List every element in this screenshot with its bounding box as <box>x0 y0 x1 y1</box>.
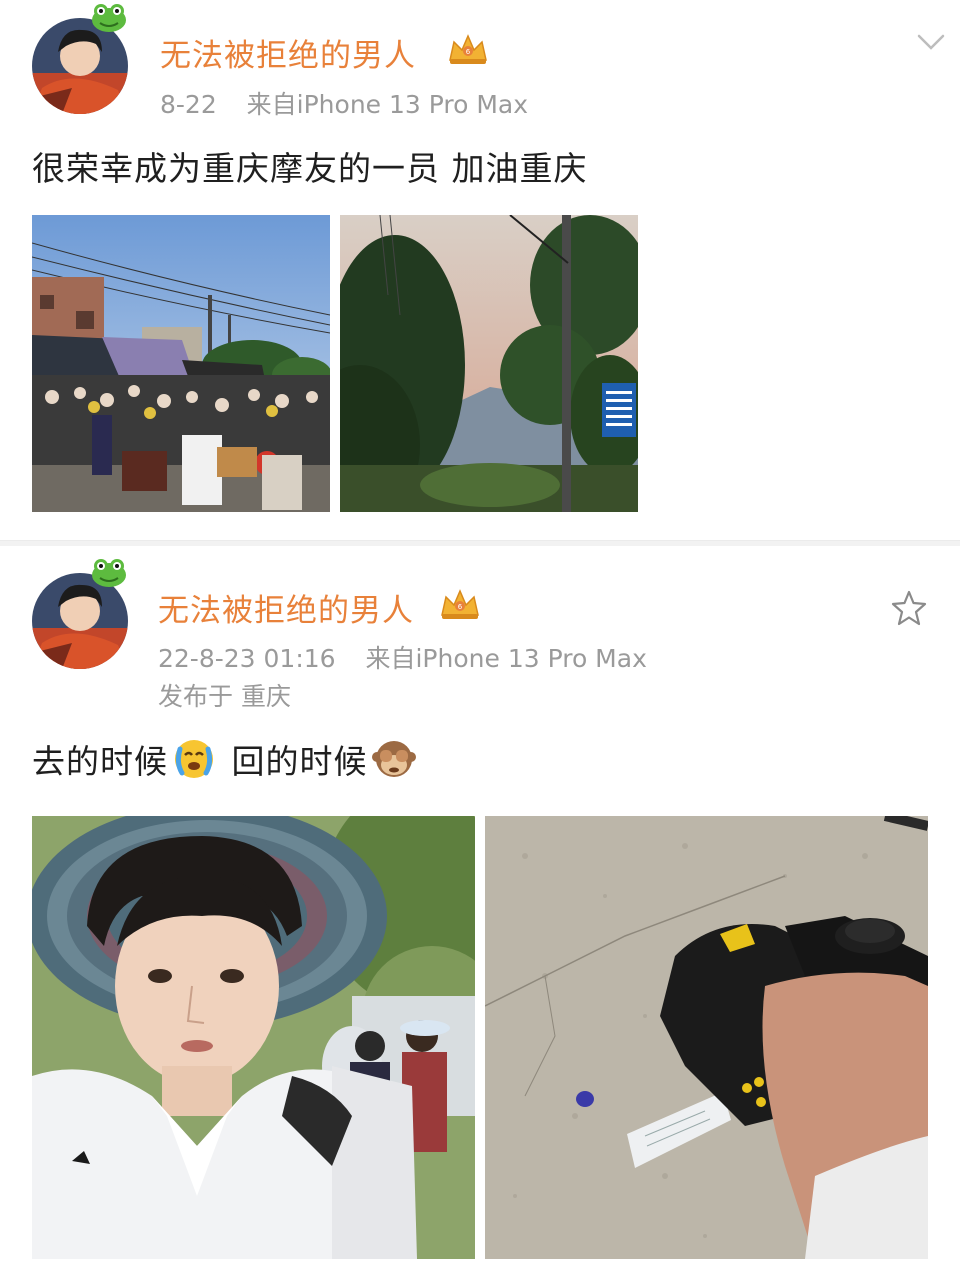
post-date: 8-22 <box>160 90 217 119</box>
post-text-part1: 去的时候 <box>32 742 168 781</box>
star-outline-icon[interactable] <box>890 589 928 627</box>
username[interactable]: 无法被拒绝的男人 <box>158 585 414 630</box>
username[interactable]: 无法被拒绝的男人 <box>160 30 416 75</box>
post-location: 发布于 重庆 <box>158 682 291 711</box>
chevron-down-icon[interactable] <box>916 32 946 52</box>
user-avatar[interactable] <box>32 559 128 669</box>
post-text: 去的时候 回的时候 <box>32 735 420 783</box>
crown-vip-icon: 6 <box>441 589 479 619</box>
svg-text:6: 6 <box>466 48 471 56</box>
post-photo-mountain[interactable] <box>340 215 638 512</box>
post-meta: 8-22 来自iPhone 13 Pro Max <box>160 85 528 121</box>
post-date: 22-8-23 01:16 <box>158 644 336 673</box>
post-photo-glove[interactable] <box>485 816 928 1259</box>
crying-emoji-icon <box>175 740 213 778</box>
post-meta: 22-8-23 01:16 来自iPhone 13 Pro Max <box>158 639 647 675</box>
svg-text:6: 6 <box>458 603 463 611</box>
frog-badge-icon <box>92 4 126 32</box>
user-avatar[interactable] <box>32 4 128 114</box>
post-photo-crowd[interactable] <box>32 215 330 512</box>
post-source: 来自iPhone 13 Pro Max <box>246 90 529 119</box>
weibo-post-2: 无法被拒绝的男人 6 22-8-23 01:16 来自iPhone 13 Pro… <box>0 545 960 1268</box>
crown-vip-icon: 6 <box>449 34 487 64</box>
see-no-evil-monkey-icon <box>371 741 416 777</box>
post-photo-selfie[interactable] <box>32 816 475 1259</box>
post-text-part2: 回的时候 <box>231 742 368 781</box>
weibo-post-1: 无法被拒绝的男人 6 8-22 来自iPhone 13 Pro Max 很荣幸成… <box>0 0 960 540</box>
frog-badge-icon <box>92 559 126 587</box>
post-source: 来自iPhone 13 Pro Max <box>365 644 647 673</box>
post-text: 很荣幸成为重庆摩友的一员 加油重庆 <box>32 149 588 188</box>
